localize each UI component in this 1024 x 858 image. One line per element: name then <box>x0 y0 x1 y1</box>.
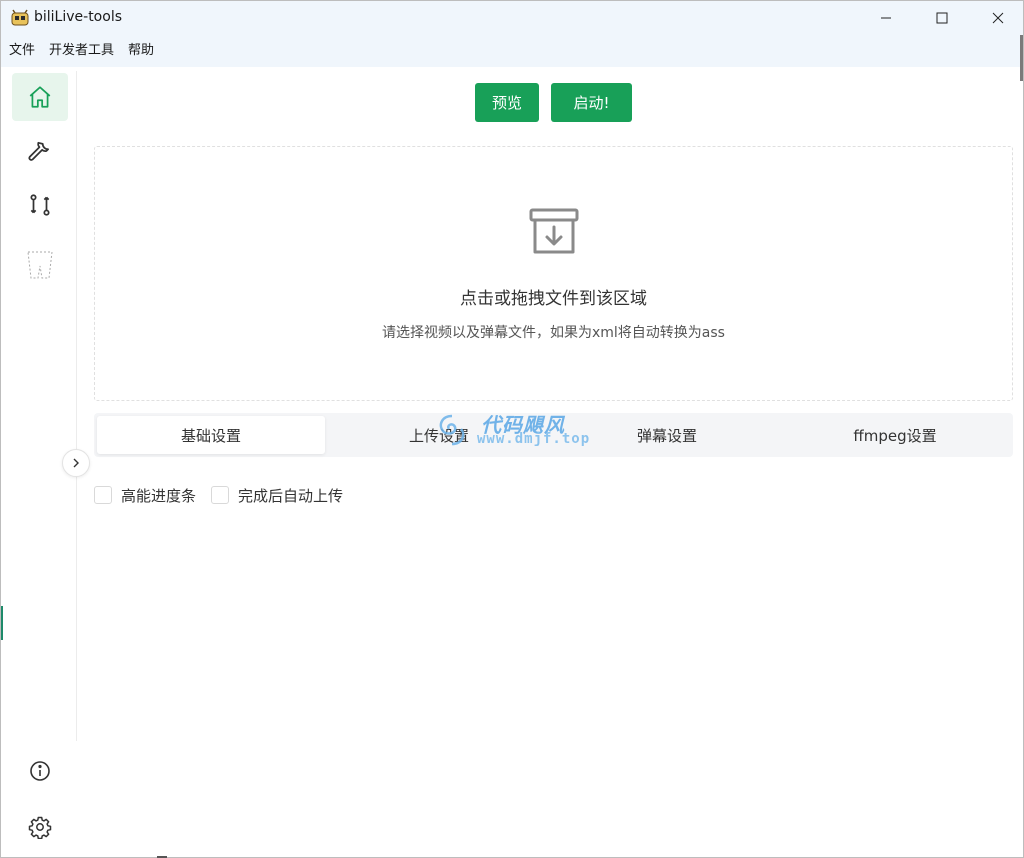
close-icon <box>992 12 1004 24</box>
wrench-icon <box>28 141 49 161</box>
info-icon <box>30 761 50 781</box>
home-icon <box>29 86 51 108</box>
sidebar-divider <box>76 71 77 741</box>
checkbox-label: 高能进度条 <box>121 486 197 505</box>
app-window: biliLive-tools 文件 开发者工具 帮助 预览 启动! 点击或拖拽文… <box>0 0 1024 858</box>
menu-help[interactable]: 帮助 <box>121 35 161 67</box>
sidebar-item-compare[interactable] <box>12 181 68 229</box>
preview-button[interactable]: 预览 <box>475 83 539 122</box>
settings-gear-icon <box>28 816 52 839</box>
watermark: 代码飓风 www.dmjf.top <box>433 409 603 453</box>
dropzone-hint: 请选择视频以及弹幕文件，如果为xml将自动转换为ass <box>382 325 725 341</box>
maximize-icon <box>936 12 948 24</box>
file-dropzone[interactable]: 点击或拖拽文件到该区域 请选择视频以及弹幕文件，如果为xml将自动转换为ass <box>94 146 1013 401</box>
tab-basic-settings[interactable]: 基础设置 <box>97 416 325 454</box>
minimize-button[interactable] <box>863 1 909 35</box>
sidebar-item-home[interactable] <box>12 73 68 121</box>
sidebar-item-about[interactable] <box>12 747 68 795</box>
dropzone-title: 点击或拖拽文件到该区域 <box>460 289 647 309</box>
checkbox-box[interactable] <box>94 486 112 504</box>
menu-file[interactable]: 文件 <box>1 35 42 67</box>
checkbox-box[interactable] <box>211 486 229 504</box>
chevron-right-icon <box>73 458 79 468</box>
menu-bar: 文件 开发者工具 帮助 <box>1 35 1023 67</box>
sidebar-item-tools[interactable] <box>12 128 68 176</box>
maximize-button[interactable] <box>919 1 965 35</box>
edge-accent <box>1 606 3 640</box>
close-button[interactable] <box>975 1 1021 35</box>
scrollbar-edge <box>1020 35 1023 81</box>
dashed-shape-icon <box>27 251 53 279</box>
menu-developer-tools[interactable]: 开发者工具 <box>42 35 121 67</box>
tab-ffmpeg-settings[interactable]: ffmpeg设置 <box>781 416 1009 454</box>
title-bar: biliLive-tools <box>1 1 1023 35</box>
git-compare-icon <box>30 194 50 216</box>
sidebar-item-settings[interactable] <box>12 803 68 851</box>
window-title: biliLive-tools <box>34 9 122 25</box>
checkbox-label: 完成后自动上传 <box>238 486 344 505</box>
app-logo-icon <box>11 9 29 26</box>
checkbox-auto-upload[interactable]: 完成后自动上传 <box>211 485 343 505</box>
watermark-logo-icon <box>439 414 465 446</box>
sidebar-collapse-button[interactable] <box>62 449 90 477</box>
archive-download-icon <box>529 208 579 254</box>
sidebar-item-extra[interactable] <box>12 241 68 289</box>
watermark-url: www.dmjf.top <box>477 431 591 447</box>
start-button[interactable]: 启动! <box>551 83 632 122</box>
checkbox-progress-bar[interactable]: 高能进度条 <box>94 485 196 505</box>
minimize-icon <box>881 17 891 19</box>
